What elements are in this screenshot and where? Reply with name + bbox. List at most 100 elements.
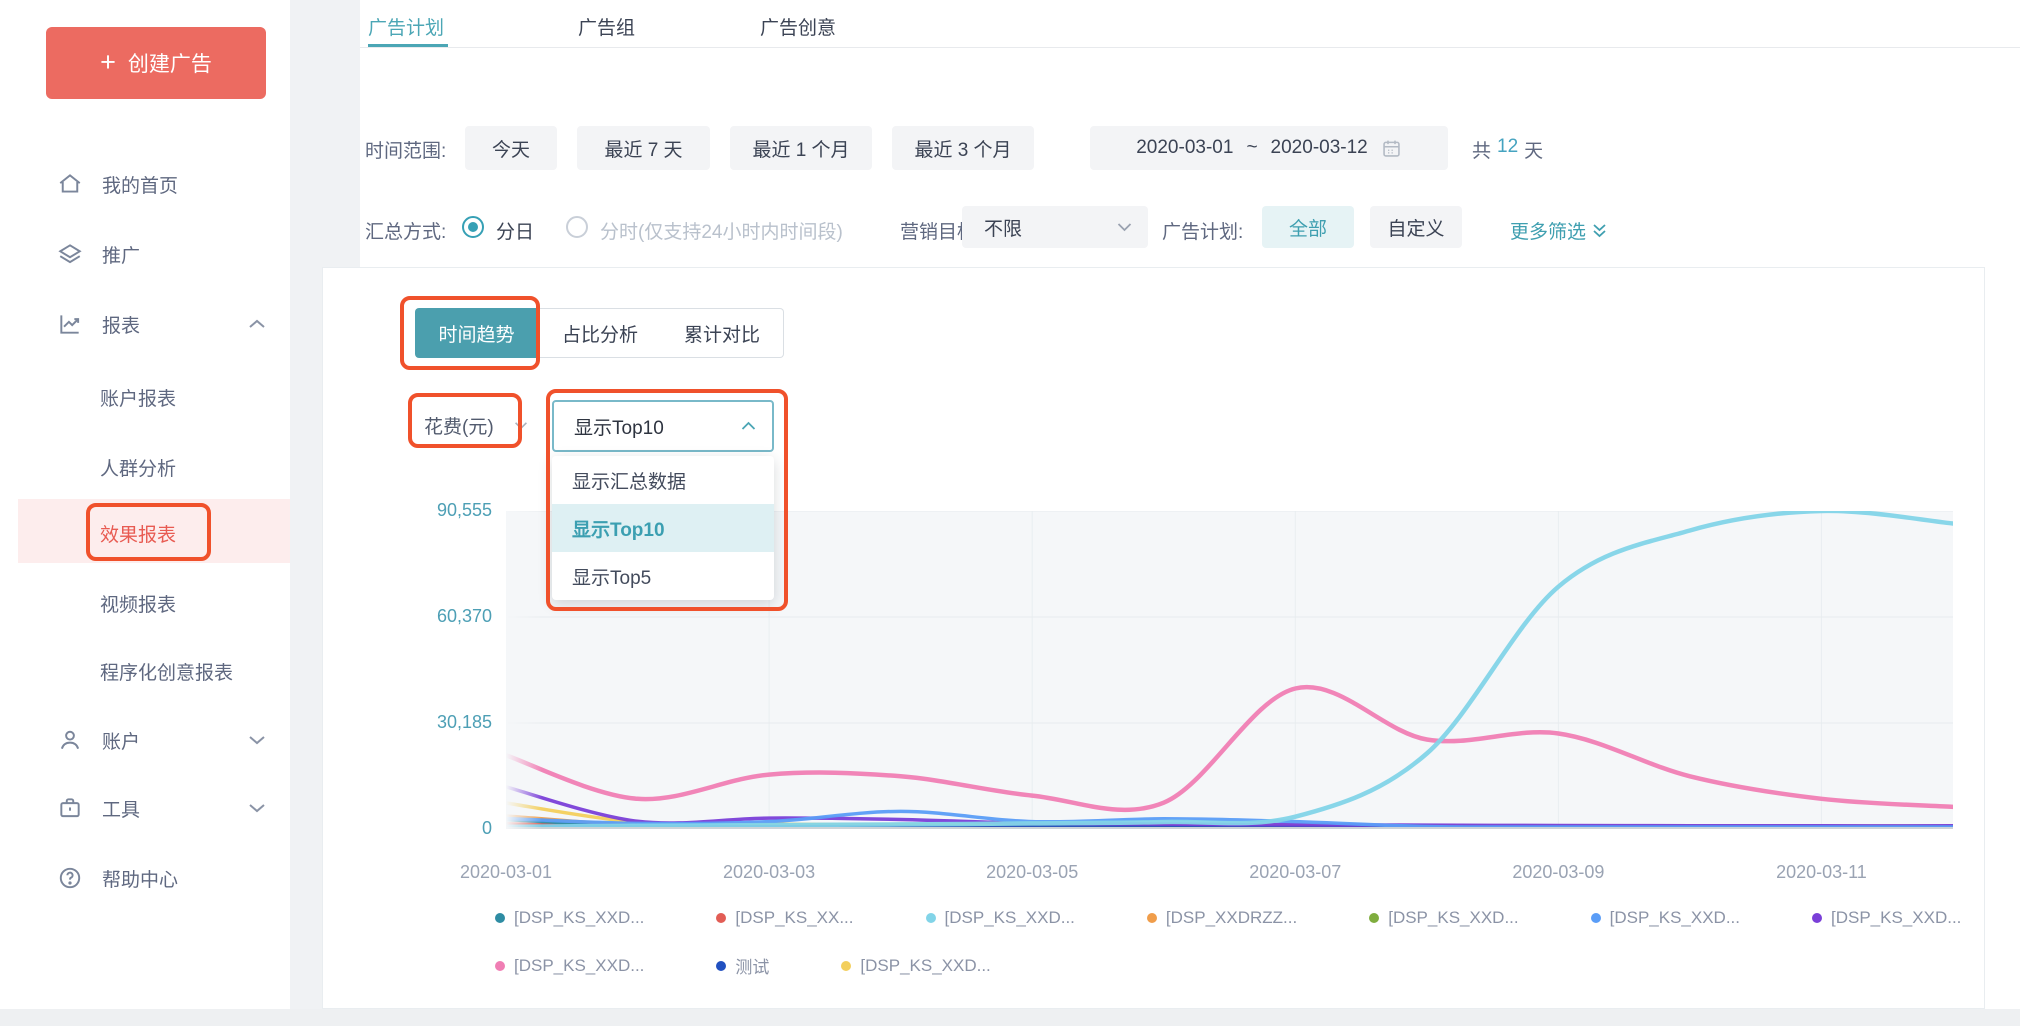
x-axis-tick: 2020-03-03 (689, 862, 849, 883)
dropdown-option-top10[interactable]: 显示Top10 (552, 504, 774, 552)
chevron-down-icon[interactable] (248, 801, 266, 815)
legend-dot-icon (1369, 913, 1379, 923)
radio-daily-label[interactable]: 分日 (496, 217, 534, 244)
y-axis-tick: 60,370 (366, 606, 492, 627)
more-filters-link[interactable]: 更多筛选 (1510, 217, 1607, 244)
x-axis-tick: 2020-03-05 (952, 862, 1112, 883)
create-ad-label: 创建广告 (128, 48, 212, 78)
legend-item[interactable]: [DSP_XXDRZZ... (1147, 908, 1297, 928)
chevron-down-icon (1117, 222, 1132, 232)
legend-label: [DSP_KS_XX... (735, 908, 853, 928)
tab-ad-group[interactable]: 广告组 (578, 13, 635, 40)
quick-range-1month-button[interactable]: 最近 1 个月 (730, 126, 872, 170)
campaign-custom-button[interactable]: 自定义 (1370, 206, 1462, 248)
radio-hourly[interactable] (566, 216, 588, 238)
chart-tab-time-trend[interactable]: 时间趋势 (415, 308, 538, 358)
y-axis-tick: 0 (366, 818, 492, 839)
chevron-up-icon[interactable] (248, 317, 266, 331)
sidebar-item-video-report[interactable]: 视频报表 (100, 590, 176, 617)
sidebar-item-label: 报表 (102, 311, 140, 338)
sidebar-item-home[interactable]: 我的首页 (57, 168, 178, 200)
sidebar-item-account-report[interactable]: 账户报表 (100, 384, 176, 411)
sidebar-item-label: 账户 (102, 727, 140, 754)
legend-item[interactable]: 测试 (716, 953, 769, 978)
quick-range-7days-button[interactable]: 最近 7 天 (577, 126, 710, 170)
quick-range-today-button[interactable]: 今天 (465, 126, 557, 170)
create-ad-button[interactable]: + 创建广告 (46, 27, 266, 99)
chart-legend-row-2: [DSP_KS_XXD... 测试 [DSP_KS_XXD... (495, 953, 991, 978)
radio-daily[interactable] (462, 216, 484, 238)
layers-icon (57, 241, 83, 267)
legend-item[interactable]: [DSP_KS_XXD... (841, 953, 990, 978)
date-range-picker[interactable]: 2020-03-01 ~ 2020-03-12 (1090, 126, 1448, 170)
legend-dot-icon (716, 913, 726, 923)
date-tilde: ~ (1246, 137, 1257, 159)
sidebar-item-tools[interactable]: 工具 (57, 792, 140, 824)
legend-item[interactable]: [DSP_KS_XXD... (1369, 908, 1518, 928)
metric-selector[interactable]: 花费(元) (424, 412, 494, 439)
chevron-up-icon (741, 421, 756, 431)
toolbox-icon (57, 795, 83, 821)
topn-dropdown-menu: 显示汇总数据 显示Top10 显示Top5 (552, 456, 774, 600)
sidebar-item-help-center[interactable]: 帮助中心 (57, 862, 178, 894)
legend-item[interactable]: [DSP_KS_XXD... (1812, 908, 1961, 928)
more-filters-label: 更多筛选 (1510, 217, 1586, 244)
legend-label: [DSP_XXDRZZ... (1166, 908, 1297, 928)
sidebar-item-audience-analysis[interactable]: 人群分析 (100, 454, 176, 481)
topn-select[interactable]: 显示Top10 (552, 400, 774, 452)
sidebar-item-effect-report[interactable]: 效果报表 (100, 520, 176, 547)
plus-icon: + (100, 49, 116, 76)
legend-label: [DSP_KS_XXD... (1610, 908, 1740, 928)
sidebar-item-promotion[interactable]: 推广 (57, 238, 140, 270)
dropdown-option-summary[interactable]: 显示汇总数据 (552, 456, 774, 504)
legend-dot-icon (495, 961, 505, 971)
topn-selected-value: 显示Top10 (554, 413, 664, 440)
sidebar-item-reports[interactable]: 报表 (57, 308, 140, 340)
chart-legend-row-1: [DSP_KS_XXD... [DSP_KS_XX... [DSP_KS_XXD..… (495, 908, 1961, 928)
campaign-all-button[interactable]: 全部 (1262, 206, 1354, 248)
radio-hourly-label[interactable]: 分时(仅支持24小时内时间段) (600, 217, 843, 244)
chart-tab-share-analysis[interactable]: 占比分析 (538, 308, 662, 358)
legend-label: [DSP_KS_XXD... (1388, 908, 1518, 928)
summary-mode-label: 汇总方式: (365, 217, 446, 244)
dropdown-option-top5[interactable]: 显示Top5 (552, 552, 774, 600)
legend-dot-icon (841, 961, 851, 971)
campaign-filter-label: 广告计划: (1162, 217, 1243, 244)
sidebar-item-label: 工具 (102, 795, 140, 822)
legend-dot-icon (495, 913, 505, 923)
sidebar-item-account[interactable]: 账户 (57, 724, 140, 756)
sidebar-item-label: 推广 (102, 241, 140, 268)
x-axis-tick: 2020-03-07 (1215, 862, 1375, 883)
legend-label: [DSP_KS_XXD... (945, 908, 1075, 928)
tabbar-divider (360, 47, 2020, 48)
quick-range-3months-button[interactable]: 最近 3 个月 (892, 126, 1034, 170)
legend-item[interactable]: [DSP_KS_XXD... (1591, 908, 1740, 928)
legend-dot-icon (1147, 913, 1157, 923)
marketing-goal-select[interactable]: 不限 (962, 206, 1148, 248)
total-days: 共12天 (1472, 136, 1543, 163)
person-icon (57, 727, 83, 753)
help-icon (57, 865, 83, 891)
total-days-number: 12 (1497, 136, 1518, 163)
legend-item[interactable]: [DSP_KS_XX... (716, 908, 853, 928)
line-chart-icon (57, 311, 83, 337)
marketing-goal-value: 不限 (984, 214, 1022, 241)
legend-item[interactable]: [DSP_KS_XXD... (495, 908, 644, 928)
chart-tab-cumulative-compare[interactable]: 累计对比 (661, 308, 784, 358)
tab-ad-creative[interactable]: 广告创意 (760, 13, 836, 40)
tab-ad-campaign[interactable]: 广告计划 (368, 13, 444, 40)
legend-label: [DSP_KS_XXD... (1831, 908, 1961, 928)
sidebar-item-programmatic-creative-report[interactable]: 程序化创意报表 (100, 658, 233, 685)
chart-left-fade (506, 511, 542, 829)
chevron-down-icon[interactable] (248, 733, 266, 747)
legend-item[interactable]: [DSP_KS_XXD... (926, 908, 1075, 928)
legend-label: [DSP_KS_XXD... (514, 956, 644, 976)
date-end: 2020-03-12 (1271, 137, 1368, 159)
double-chevron-down-icon (1592, 223, 1607, 239)
legend-item[interactable]: [DSP_KS_XXD... (495, 953, 644, 978)
chevron-down-icon[interactable] (514, 421, 528, 430)
y-axis-tick: 90,555 (366, 500, 492, 521)
app-window: + 创建广告 我的首页 推广 报表 账户报表 人群分析 效果报表 视频报表 程序… (0, 0, 2020, 1026)
legend-dot-icon (1812, 913, 1822, 923)
page-bottom-strip (0, 1009, 2020, 1026)
